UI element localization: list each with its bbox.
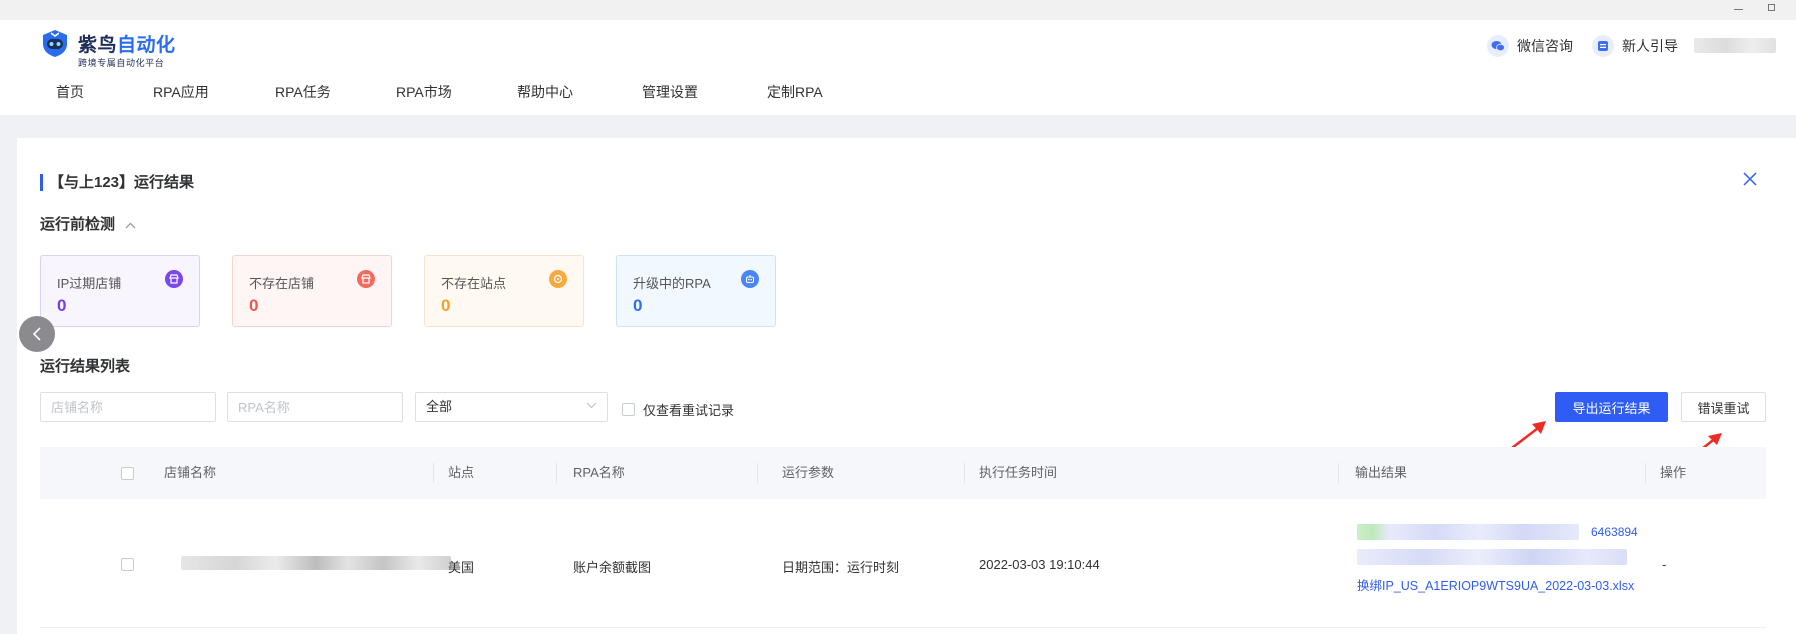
retry-only-checkbox[interactable]: 仅查看重试记录 bbox=[622, 400, 734, 419]
run-result-panel: 【与上123】运行结果 运行前检测 IP过期店铺 0 不存在店铺 0 不存在站点… bbox=[17, 138, 1796, 634]
chevron-left-icon bbox=[32, 327, 41, 341]
stat-card-ip-expired[interactable]: IP过期店铺 0 bbox=[40, 255, 200, 327]
nav-rpa-tasks[interactable]: RPA任务 bbox=[275, 82, 331, 102]
wechat-icon bbox=[1487, 35, 1509, 57]
col-rpa-name: RPA名称 bbox=[573, 465, 625, 480]
status-select[interactable]: 全部 bbox=[415, 392, 608, 422]
output-link-blurred bbox=[1357, 524, 1579, 540]
site-missing-icon bbox=[549, 270, 567, 288]
results-heading: 运行结果列表 bbox=[40, 358, 131, 375]
export-results-button[interactable]: 导出运行结果 bbox=[1555, 392, 1668, 422]
output-link-fragment[interactable]: 6463894 bbox=[1591, 525, 1638, 539]
col-shop-name: 店铺名称 bbox=[164, 465, 217, 480]
chevron-up-icon[interactable] bbox=[125, 222, 136, 229]
output-link-blurred bbox=[1357, 549, 1627, 565]
col-exec-time: 执行任务时间 bbox=[979, 465, 1058, 480]
output-file-link[interactable]: 换绑IP_US_A1ERIOP9WTS9UA_2022-03-03.xlsx bbox=[1357, 577, 1647, 596]
select-all-checkbox[interactable] bbox=[121, 467, 134, 480]
row-exec-time: 2022-03-03 19:10:44 bbox=[979, 557, 1100, 572]
col-site: 站点 bbox=[448, 465, 475, 480]
shop-missing-icon bbox=[357, 270, 375, 288]
row-run-params: 日期范围：运行时刻 bbox=[782, 560, 900, 575]
maximize-icon[interactable] bbox=[1768, 4, 1775, 11]
retry-only-label: 仅查看重试记录 bbox=[643, 403, 735, 418]
stat-card-missing-site[interactable]: 不存在站点 0 bbox=[424, 255, 584, 327]
chevron-down-icon bbox=[586, 402, 597, 409]
wechat-consult-link[interactable]: 微信咨询 bbox=[1487, 34, 1573, 58]
user-account-blurred[interactable] bbox=[1694, 38, 1776, 53]
nav-rpa-apps[interactable]: RPA应用 bbox=[153, 82, 209, 102]
prev-page-button[interactable] bbox=[19, 316, 55, 352]
col-output: 输出结果 bbox=[1355, 465, 1408, 480]
store-icon bbox=[165, 270, 183, 288]
logo-name: 紫鸟自动化 bbox=[78, 35, 176, 56]
app-header: 紫鸟自动化 跨境专属自动化平台 微信咨询 新人引导 首页 RPA应用 RPA任务… bbox=[0, 20, 1796, 115]
row-action: - bbox=[1662, 557, 1667, 572]
col-actions: 操作 bbox=[1660, 465, 1687, 480]
shop-name-input[interactable] bbox=[40, 392, 216, 422]
checkbox-box[interactable] bbox=[622, 403, 635, 416]
table-row: 美国 账户余额截图 日期范围：运行时刻 2022-03-03 19:10:44 … bbox=[40, 499, 1766, 628]
window-title-bar bbox=[0, 0, 1796, 20]
status-select-value: 全部 bbox=[426, 399, 453, 414]
shop-name-blurred bbox=[181, 556, 451, 570]
precheck-heading[interactable]: 运行前检测 bbox=[40, 213, 136, 234]
results-table-header: 店铺名称 站点 RPA名称 运行参数 执行任务时间 输出结果 操作 bbox=[40, 447, 1766, 499]
row-checkbox[interactable] bbox=[121, 558, 134, 571]
main-nav: 首页 RPA应用 RPA任务 RPA市场 帮助中心 管理设置 定制RPA bbox=[0, 82, 1796, 104]
stat-card-upgrading-rpa[interactable]: 升级中的RPA 0 bbox=[616, 255, 776, 327]
row-rpa-name: 账户余额截图 bbox=[573, 560, 652, 575]
page-title: 【与上123】运行结果 bbox=[40, 174, 194, 191]
col-run-params: 运行参数 bbox=[782, 465, 835, 480]
newbie-guide-link[interactable]: 新人引导 bbox=[1592, 34, 1678, 58]
minimize-icon[interactable] bbox=[1734, 9, 1743, 10]
robot-upgrade-icon bbox=[741, 270, 759, 288]
nav-home[interactable]: 首页 bbox=[56, 82, 84, 102]
nav-admin-settings[interactable]: 管理设置 bbox=[642, 82, 698, 102]
wechat-consult-label: 微信咨询 bbox=[1517, 38, 1573, 54]
nav-help-center[interactable]: 帮助中心 bbox=[517, 82, 573, 102]
rpa-name-input[interactable] bbox=[227, 392, 403, 422]
close-icon[interactable] bbox=[1742, 171, 1758, 187]
error-retry-button[interactable]: 错误重试 bbox=[1681, 392, 1766, 422]
nav-rpa-market[interactable]: RPA市场 bbox=[396, 82, 452, 102]
logo-slogan: 跨境专属自动化平台 bbox=[78, 58, 165, 68]
stat-card-missing-shop[interactable]: 不存在店铺 0 bbox=[232, 255, 392, 327]
guide-icon bbox=[1592, 35, 1614, 57]
newbie-guide-label: 新人引导 bbox=[1622, 38, 1678, 54]
row-site: 美国 bbox=[448, 560, 475, 575]
robot-logo-icon bbox=[43, 30, 67, 57]
nav-custom-rpa[interactable]: 定制RPA bbox=[767, 82, 823, 102]
